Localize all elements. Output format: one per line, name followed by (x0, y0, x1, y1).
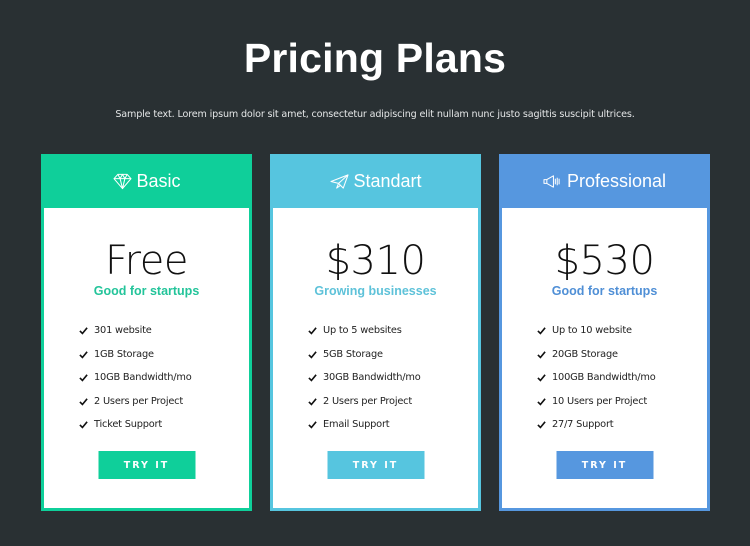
plan-tagline: Growing businesses (314, 284, 437, 298)
feature-label: 2 Users per Project (94, 395, 184, 407)
feature-label: 5GB Storage (323, 348, 383, 360)
check-icon (79, 397, 88, 406)
try-it-button[interactable]: TRY IT (556, 451, 653, 479)
plan-tagline: Good for startups (551, 284, 658, 298)
check-icon (79, 420, 88, 429)
check-icon (79, 373, 88, 382)
megaphone-icon (543, 172, 563, 190)
feature-item: 30GB Bandwidth/mo (308, 366, 421, 390)
feature-label: 30GB Bandwidth/mo (323, 372, 421, 384)
feature-label: 10 Users per Project (552, 395, 648, 407)
feature-label: Up to 10 website (552, 325, 632, 337)
feature-label: 1GB Storage (94, 348, 154, 360)
feature-label: 20GB Storage (552, 348, 618, 360)
check-icon (308, 326, 317, 335)
feature-list: Up to 10 website 20GB Storage 100GB Band… (537, 319, 656, 437)
check-icon (79, 326, 88, 335)
feature-item: 100GB Bandwidth/mo (537, 366, 656, 390)
try-it-button[interactable]: TRY IT (98, 451, 195, 479)
check-icon (308, 397, 317, 406)
plan-price: Free (105, 238, 188, 284)
pricing-card-professional: Professional $530 Good for startups Up t… (499, 154, 710, 511)
feature-label: 2 Users per Project (323, 395, 413, 407)
feature-label: Ticket Support (94, 419, 163, 431)
plan-name: Basic (136, 170, 181, 191)
plan-price: $310 (325, 238, 426, 284)
pricing-card-standart: Standart $310 Growing businesses Up to 5… (270, 154, 481, 511)
feature-label: 10GB Bandwidth/mo (94, 372, 192, 384)
page-title: Pricing Plans (243, 35, 507, 81)
plan-name: Professional (566, 170, 667, 191)
pricing-card-basic: Basic Free Good for startups 301 website… (41, 154, 252, 511)
diamond-icon (112, 172, 132, 190)
feature-list: 301 website 1GB Storage 10GB Bandwidth/m… (79, 319, 192, 437)
plan-price: $530 (554, 238, 655, 284)
feature-label: 100GB Bandwidth/mo (552, 372, 656, 384)
check-icon (537, 397, 546, 406)
check-icon (308, 373, 317, 382)
feature-item: Ticket Support (79, 413, 192, 437)
feature-item: 10 Users per Project (537, 390, 656, 414)
feature-item: 2 Users per Project (308, 390, 421, 414)
check-icon (537, 420, 546, 429)
feature-label: 301 website (94, 325, 152, 337)
check-icon (537, 350, 546, 359)
plan-tagline: Good for startups (93, 284, 200, 298)
feature-item: 10GB Bandwidth/mo (79, 366, 192, 390)
feature-item: 2 Users per Project (79, 390, 192, 414)
feature-item: 20GB Storage (537, 343, 656, 367)
try-it-button[interactable]: TRY IT (327, 451, 424, 479)
feature-item: 1GB Storage (79, 343, 192, 367)
check-icon (79, 350, 88, 359)
feature-item: Up to 10 website (537, 319, 656, 343)
check-icon (308, 420, 317, 429)
check-icon (537, 326, 546, 335)
card-header: Basic (41, 154, 252, 208)
feature-label: Up to 5 websites (323, 325, 402, 337)
feature-label: Email Support (323, 419, 390, 431)
card-header: Standart (270, 154, 481, 208)
feature-item: 301 website (79, 319, 192, 343)
feature-item: 27/7 Support (537, 413, 656, 437)
card-header: Professional (499, 154, 710, 208)
check-icon (537, 373, 546, 382)
paper-plane-icon (329, 172, 349, 190)
feature-item: Up to 5 websites (308, 319, 421, 343)
check-icon (308, 350, 317, 359)
feature-item: Email Support (308, 413, 421, 437)
feature-label: 27/7 Support (552, 419, 614, 431)
feature-list: Up to 5 websites 5GB Storage 30GB Bandwi… (308, 319, 421, 437)
page-subtitle: Sample text. Lorem ipsum dolor sit amet,… (115, 109, 635, 120)
feature-item: 5GB Storage (308, 343, 421, 367)
plan-name: Standart (353, 170, 422, 191)
